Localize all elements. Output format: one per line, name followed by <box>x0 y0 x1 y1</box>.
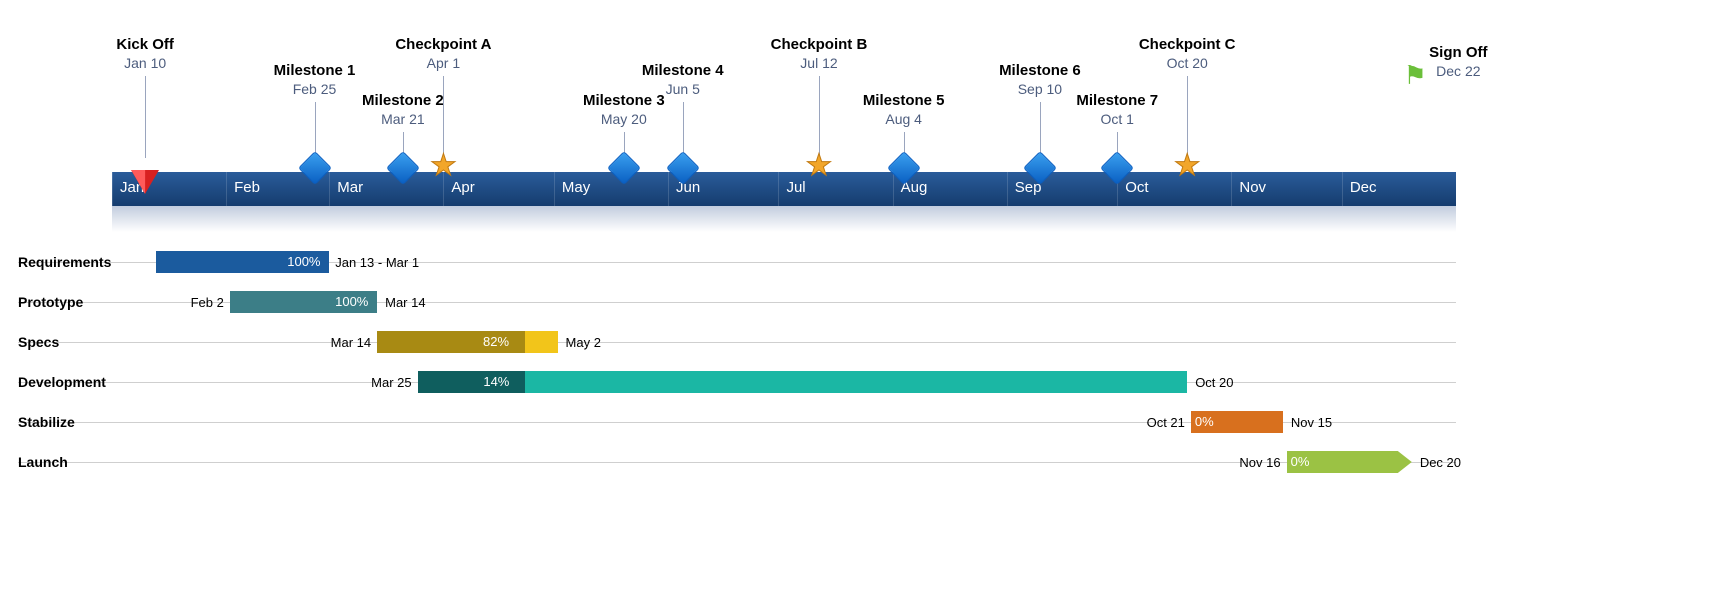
milestone-title: Milestone 4 <box>642 62 724 79</box>
task-bar: 100% <box>156 251 329 273</box>
month-tick <box>1342 172 1343 206</box>
task-start-caption: Mar 25 <box>371 375 411 390</box>
milestone-connector <box>443 76 444 158</box>
milestone-title: Checkpoint C <box>1139 36 1236 53</box>
month-tick <box>1007 172 1008 206</box>
month-tick <box>329 172 330 206</box>
milestone-label: Milestone 2 Mar 21 <box>362 92 444 127</box>
task-end-caption: May 2 <box>566 335 601 350</box>
task-start-caption: Oct 21 <box>1147 415 1185 430</box>
task-label: Stabilize <box>18 414 75 430</box>
month-label: Nov <box>1239 179 1266 196</box>
task-guideline <box>18 342 1456 343</box>
milestone-date: May 20 <box>583 111 665 127</box>
task-bar: 0% <box>1287 451 1412 473</box>
timeline-shadow <box>112 206 1456 232</box>
month-label: Jul <box>786 179 805 196</box>
task-start-caption: Mar 14 <box>331 335 371 350</box>
milestone-label: Checkpoint A Apr 1 <box>395 36 491 71</box>
milestone-label: Kick Off Jan 10 <box>116 36 174 71</box>
flag-icon: ⚑ <box>1404 60 1427 91</box>
milestone-label: Sign Off Dec 22 <box>1429 44 1487 79</box>
milestone-title: Milestone 2 <box>362 92 444 109</box>
star-icon: ★ <box>806 148 833 183</box>
milestone-title: Sign Off <box>1429 44 1487 61</box>
milestone-title: Milestone 7 <box>1076 92 1158 109</box>
task-percent: 100% <box>287 254 320 269</box>
month-label: May <box>562 179 590 196</box>
month-label: Mar <box>337 179 363 196</box>
milestone-label: Checkpoint B Jul 12 <box>771 36 868 71</box>
milestone-title: Kick Off <box>116 36 174 53</box>
task-label: Prototype <box>18 294 83 310</box>
month-tick <box>778 172 779 206</box>
month-label: Feb <box>234 179 260 196</box>
milestone-label: Milestone 4 Jun 5 <box>642 62 724 97</box>
milestone-title: Checkpoint B <box>771 36 868 53</box>
task-end-caption: Oct 20 <box>1195 375 1233 390</box>
milestone-date: Oct 1 <box>1076 111 1158 127</box>
milestone-label: Checkpoint C Oct 20 <box>1139 36 1236 71</box>
milestone-label: Milestone 7 Oct 1 <box>1076 92 1158 127</box>
milestone-date: Mar 21 <box>362 111 444 127</box>
milestone-date: Apr 1 <box>395 55 491 71</box>
milestone-date: Feb 25 <box>274 81 356 97</box>
milestone-label: Milestone 5 Aug 4 <box>863 92 945 127</box>
milestone-connector <box>683 102 684 158</box>
month-tick <box>1231 172 1232 206</box>
milestone-title: Milestone 1 <box>274 62 356 79</box>
milestone-label: Milestone 6 Sep 10 <box>999 62 1081 97</box>
task-label: Development <box>18 374 106 390</box>
task-end-caption: Dec 20 <box>1420 455 1461 470</box>
task-bar: 14% <box>418 371 1188 393</box>
month-tick <box>893 172 894 206</box>
milestone-title: Checkpoint A <box>395 36 491 53</box>
milestone-title: Milestone 6 <box>999 62 1081 79</box>
month-tick <box>112 172 113 206</box>
month-label: Oct <box>1125 179 1148 196</box>
milestone-date: Aug 4 <box>863 111 945 127</box>
milestone-date: Dec 22 <box>1429 63 1487 79</box>
milestone-label: Milestone 1 Feb 25 <box>274 62 356 97</box>
task-end-caption: Mar 14 <box>385 295 425 310</box>
task-end-caption: Nov 15 <box>1291 415 1332 430</box>
task-percent: 0% <box>1195 414 1214 429</box>
milestone-connector <box>1187 76 1188 158</box>
milestone-title: Milestone 5 <box>863 92 945 109</box>
milestone-date: Jul 12 <box>771 55 868 71</box>
task-bar: 0% <box>1191 411 1283 433</box>
milestone-date: Jun 5 <box>642 81 724 97</box>
task-range: Jan 13 - Mar 1 <box>335 255 419 270</box>
milestone-label: Milestone 3May 20 <box>583 92 665 127</box>
milestone-connector <box>145 76 146 158</box>
milestone-connector <box>315 102 316 158</box>
triangle-icon <box>131 170 159 194</box>
month-label: Dec <box>1350 179 1377 196</box>
month-tick <box>226 172 227 206</box>
milestone-connector <box>819 76 820 158</box>
milestone-connector <box>1040 102 1041 158</box>
month-tick <box>554 172 555 206</box>
task-percent: 0% <box>1291 454 1310 469</box>
task-bar: 100% <box>230 291 377 313</box>
task-label: Requirements <box>18 254 111 270</box>
month-tick <box>668 172 669 206</box>
task-percent: 14% <box>483 374 509 389</box>
milestone-date: Sep 10 <box>999 81 1081 97</box>
task-percent: 82% <box>483 334 509 349</box>
task-label: Launch <box>18 454 68 470</box>
star-icon: ★ <box>430 148 457 183</box>
star-icon: ★ <box>1174 148 1201 183</box>
milestone-date: Jan 10 <box>116 55 174 71</box>
task-start-caption: Nov 16 <box>1239 455 1280 470</box>
task-start-caption: Feb 2 <box>191 295 224 310</box>
task-bar: 82% <box>377 331 557 353</box>
milestone-date: Oct 20 <box>1139 55 1236 71</box>
task-percent: 100% <box>335 294 368 309</box>
task-label: Specs <box>18 334 59 350</box>
